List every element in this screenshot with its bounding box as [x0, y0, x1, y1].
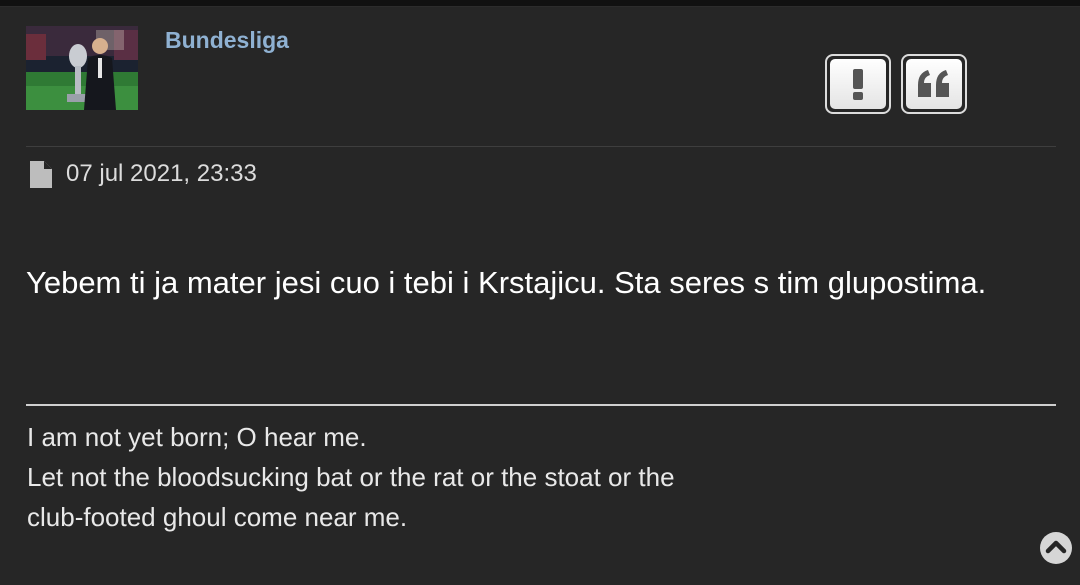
forum-post: Bundesliga 07 jul 2021, 23:33 Yebem ti j…	[0, 7, 1080, 585]
username-link[interactable]: Bundesliga	[165, 27, 289, 54]
chevron-up-icon	[1040, 532, 1072, 564]
user-avatar[interactable]	[26, 26, 138, 110]
signature-divider	[26, 404, 1056, 406]
avatar-image	[26, 26, 138, 110]
back-to-top-button[interactable]	[1039, 531, 1073, 565]
signature: I am not yet born; O hear me. Let not th…	[27, 417, 1027, 537]
quote-button[interactable]	[901, 54, 967, 114]
post-file-icon	[30, 160, 52, 188]
post-header-divider	[26, 146, 1056, 147]
signature-line: Let not the bloodsucking bat or the rat …	[27, 462, 675, 492]
post-content: Yebem ti ja mater jesi cuo i tebi i Krst…	[26, 265, 987, 300]
signature-line: I am not yet born; O hear me.	[27, 422, 367, 452]
exclamation-icon	[853, 69, 863, 100]
top-bar	[0, 0, 1080, 7]
post-date[interactable]: 07 jul 2021, 23:33	[66, 160, 257, 188]
post-meta: 07 jul 2021, 23:33	[30, 160, 257, 188]
signature-line: club-footed ghoul come near me.	[27, 502, 408, 532]
quote-icon	[918, 70, 949, 97]
report-button[interactable]	[825, 54, 891, 114]
